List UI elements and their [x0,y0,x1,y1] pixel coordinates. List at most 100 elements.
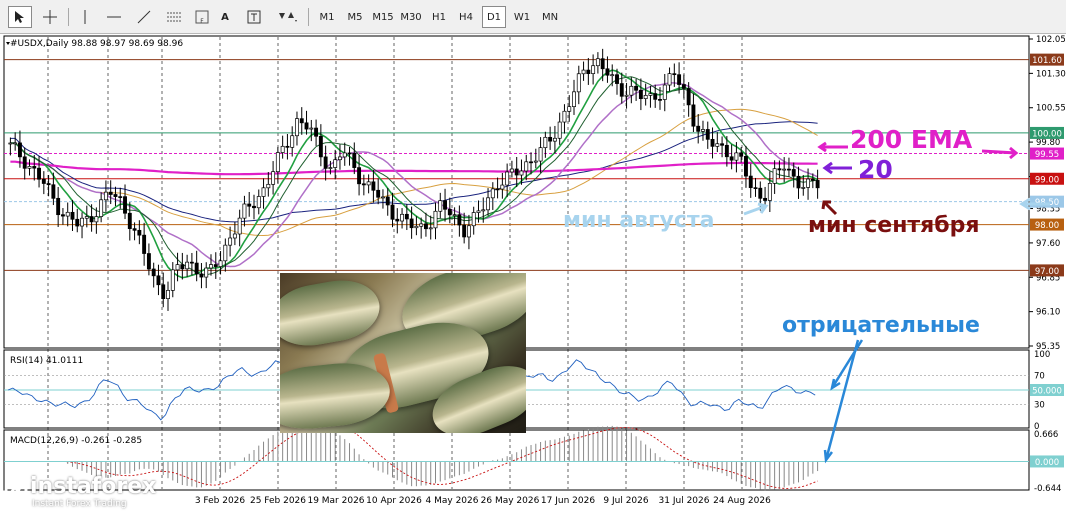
candle-body [371,181,376,191]
candle-body [763,197,768,201]
candle-body [605,68,610,76]
candle-body [572,91,576,107]
candle-body [285,145,290,148]
candle-body [562,110,567,123]
candle-body [495,188,500,191]
level-tag-label: 99.00 [1035,175,1059,185]
rsi-tick-label: 30 [1034,400,1045,410]
candle-body [729,156,734,161]
date-tick-label: 9 Jul 2026 [603,496,648,506]
candle-body [366,181,371,186]
channel-tool-icon[interactable] [162,6,186,28]
candle-body [548,136,553,142]
candle-body [32,166,37,169]
candle-body [595,58,600,67]
candle-body [758,187,763,199]
candle-body [471,212,476,227]
sep-low-annotation: мин сентября [808,213,980,238]
date-tick-label: 4 May 2026 [426,496,479,506]
candle-body [739,152,744,157]
candle-body [94,216,99,223]
candle-body [753,187,758,189]
candle-body [70,211,75,220]
date-tick-label: 3 Feb 2026 [195,496,246,506]
candle-body [51,184,56,199]
candle-body [108,191,113,195]
candle-body [385,196,390,206]
candle-body [46,183,51,186]
candle-body [132,228,137,231]
timeframe-w1[interactable]: W1 [510,6,534,28]
level-tag-label: 100.00 [1032,129,1062,139]
candle-body [772,168,777,184]
candle-body [552,137,557,142]
candle-body [381,196,385,199]
price-tick-label: 97.60 [1036,239,1060,249]
crosshair-tool-icon[interactable] [38,6,62,28]
text-label-tool-icon[interactable] [242,6,266,28]
candle-body [218,260,223,267]
date-tick-label: 26 May 2026 [481,496,540,506]
candle-body [22,156,27,169]
timeframe-m1[interactable]: M1 [314,6,340,28]
candle-body [619,83,624,97]
candle-body [796,175,801,189]
chart-header: #USDX,Daily 98.88 98.97 98.69 98.96 [10,39,183,49]
price-tick-label: 99.80 [1036,138,1060,148]
svg-text:F: F [200,18,204,24]
candle-body [705,129,710,140]
arrows-tool-icon[interactable] [272,6,302,28]
candle-body [782,168,787,171]
candle-body [538,147,543,162]
candle-body [390,204,395,220]
macd-tick-label: 0.666 [1034,430,1058,440]
candle-body [524,161,529,172]
candle-body [667,73,672,86]
candle-body [271,171,276,185]
timeframe-h4[interactable]: H4 [454,6,478,28]
candle-body [748,175,753,188]
candle-body [519,170,524,176]
candle-body [357,167,362,185]
watermark-brand: instaforex [30,474,157,499]
candle-body [304,122,309,130]
toolbar-separator [308,8,309,26]
level-tag-label: 98.00 [1035,221,1059,231]
candle-body [342,152,347,158]
candle-body [41,178,46,184]
price-tick-label: 100.55 [1036,104,1066,114]
candle-body [677,74,682,85]
candle-body [328,167,333,169]
level-tag-label: 97.00 [1035,267,1059,277]
candle-body [84,216,89,219]
candle-body [567,106,572,112]
price-chart[interactable]: 102.05101.30100.5599.8099.0598.3597.6096… [0,34,1066,513]
horizontal-line-tool-icon[interactable] [102,6,126,28]
chart-window[interactable]: 102.05101.30100.5599.8099.0598.3597.6096… [0,34,1066,513]
cursor-tool-icon[interactable] [8,6,32,28]
timeframe-m30[interactable]: M30 [397,6,425,28]
timeframe-mn[interactable]: MN [537,6,563,28]
candle-body [815,180,820,189]
vertical-line-tool-icon[interactable] [74,6,96,28]
candle-body [734,152,739,161]
rsi-label: RSI(14) 41.0111 [10,356,83,366]
trendline-tool-icon[interactable] [132,6,156,28]
fibonacci-tool-icon[interactable]: F [190,6,214,28]
timeframe-m15[interactable]: M15 [370,6,396,28]
candle-body [37,167,41,180]
candle-body [791,169,796,177]
candle-body [252,205,256,209]
candle-body [318,135,323,158]
timeframe-d1[interactable]: D1 [482,6,506,28]
candle-body [801,187,806,189]
rsi-tick-label: 100 [1034,350,1050,360]
candle-body [476,210,481,213]
date-tick-label: 10 Apr 2026 [366,496,422,506]
candle-body [414,225,419,229]
text-tool[interactable]: A [216,6,234,28]
candle-body [323,156,328,169]
negative-annotation: отрицательные [782,313,980,338]
timeframe-m5[interactable]: M5 [342,6,368,28]
timeframe-h1[interactable]: H1 [427,6,451,28]
